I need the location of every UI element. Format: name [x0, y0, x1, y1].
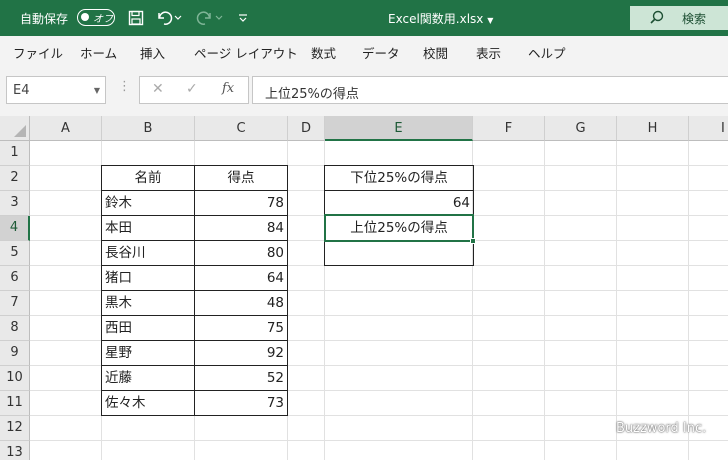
gridline: [688, 141, 689, 460]
toggle-knob: [81, 13, 89, 21]
customize-toolbar-icon[interactable]: [232, 7, 254, 29]
name-box[interactable]: E4 ▼: [6, 76, 106, 104]
cell-c10[interactable]: 52: [194, 365, 288, 391]
cell-c5[interactable]: 80: [194, 240, 288, 266]
gridline: [544, 141, 545, 460]
tab-file[interactable]: ファイル: [13, 43, 63, 62]
cell-e2[interactable]: 下位25%の得点: [324, 165, 474, 191]
tab-page-layout[interactable]: ページ レイアウト: [194, 43, 298, 62]
file-title[interactable]: Excel関数用.xlsx ▼: [388, 10, 493, 27]
cell-b7[interactable]: 黒木: [101, 290, 195, 316]
cell-b4[interactable]: 本田: [101, 215, 195, 241]
col-header-b[interactable]: B: [102, 116, 195, 141]
search-icon: [650, 10, 664, 28]
row-header-5[interactable]: 5: [0, 241, 30, 266]
chevron-down-icon[interactable]: ▼: [94, 86, 100, 95]
col-header-e[interactable]: E: [325, 116, 473, 141]
cell-c11[interactable]: 73: [194, 390, 288, 416]
search-box[interactable]: 検索: [630, 6, 728, 30]
tab-help[interactable]: ヘルプ: [528, 43, 566, 62]
tab-review[interactable]: 校閲: [423, 43, 448, 62]
row-header-3[interactable]: 3: [0, 191, 30, 216]
save-icon[interactable]: [125, 7, 147, 29]
autosave-label: 自動保存: [20, 12, 69, 26]
file-title-text: Excel関数用.xlsx: [388, 12, 484, 26]
row-header-7[interactable]: 7: [0, 291, 30, 316]
tab-formulas[interactable]: 数式: [311, 43, 336, 62]
row-header-11[interactable]: 11: [0, 391, 30, 416]
redo-dropdown-icon[interactable]: [213, 7, 225, 29]
col-header-d[interactable]: D: [288, 116, 325, 141]
autosave-state: オフ: [93, 14, 113, 25]
cell-b10[interactable]: 近藤: [101, 365, 195, 391]
cell-b2[interactable]: 名前: [101, 165, 195, 191]
cell-b5[interactable]: 長谷川: [101, 240, 195, 266]
tab-data[interactable]: データ: [362, 43, 400, 62]
row-header-1[interactable]: 1: [0, 141, 30, 166]
title-bar: 自動保存 オフ Excel関数用.xlsx ▼ 検索: [0, 0, 728, 36]
cell-e3[interactable]: 64: [324, 190, 474, 216]
cell-b11[interactable]: 佐々木: [101, 390, 195, 416]
cell-c4[interactable]: 84: [194, 215, 288, 241]
gridline: [30, 440, 728, 441]
cell-b3[interactable]: 鈴木: [101, 190, 195, 216]
cancel-icon[interactable]: ✕: [152, 81, 164, 97]
row-header-2[interactable]: 2: [0, 166, 30, 191]
ribbon-tabs: ファイル ホーム 挿入 ページ レイアウト 数式 データ 校閲 表示 ヘルプ: [0, 36, 728, 66]
cell-b9[interactable]: 星野: [101, 340, 195, 366]
cell-c2[interactable]: 得点: [194, 165, 288, 191]
cell-c9[interactable]: 92: [194, 340, 288, 366]
cell-c3[interactable]: 78: [194, 190, 288, 216]
select-all-icon: [14, 125, 26, 137]
cell-c8[interactable]: 75: [194, 315, 288, 341]
tab-view[interactable]: 表示: [476, 43, 501, 62]
col-header-a[interactable]: A: [30, 116, 102, 141]
row-header-6[interactable]: 6: [0, 266, 30, 291]
tab-insert[interactable]: 挿入: [140, 43, 165, 62]
autosave-toggle[interactable]: オフ: [77, 9, 115, 26]
formula-bar-area: E4 ▼ ⋮ ✕ ✓ fx 上位25%の得点: [0, 66, 728, 116]
col-header-h[interactable]: H: [617, 116, 689, 141]
name-box-value: E4: [13, 83, 30, 98]
cell-b6[interactable]: 猪口: [101, 265, 195, 291]
formula-input[interactable]: 上位25%の得点: [252, 76, 728, 104]
cell-b8[interactable]: 西田: [101, 315, 195, 341]
col-header-c[interactable]: C: [195, 116, 288, 141]
row-header-13[interactable]: 13: [0, 441, 30, 460]
tab-home[interactable]: ホーム: [80, 43, 117, 62]
formula-buttons: ✕ ✓ fx: [139, 76, 249, 104]
undo-dropdown-icon[interactable]: [172, 7, 184, 29]
gridline: [616, 141, 617, 460]
col-header-f[interactable]: F: [473, 116, 545, 141]
col-header-g[interactable]: G: [545, 116, 617, 141]
formula-content: 上位25%の得点: [265, 87, 359, 102]
more-dots-icon[interactable]: ⋮: [118, 79, 131, 94]
col-header-i[interactable]: I: [689, 116, 728, 141]
active-cell-selection: [324, 214, 474, 242]
fill-handle[interactable]: [470, 238, 476, 244]
cell-c7[interactable]: 48: [194, 290, 288, 316]
search-label: 検索: [682, 12, 707, 26]
row-header-10[interactable]: 10: [0, 366, 30, 391]
select-all-corner[interactable]: [0, 116, 30, 141]
cell-c6[interactable]: 64: [194, 265, 288, 291]
row-header-4[interactable]: 4: [0, 216, 30, 241]
cell-e5[interactable]: [324, 240, 474, 266]
spreadsheet-grid[interactable]: A B C D E F G H I 1 2 3 4 5 6 7 8 9 10 1…: [0, 116, 728, 460]
row-header-12[interactable]: 12: [0, 416, 30, 441]
chevron-down-icon: ▼: [487, 16, 494, 25]
row-header-8[interactable]: 8: [0, 316, 30, 341]
row-header-9[interactable]: 9: [0, 341, 30, 366]
insert-function-icon[interactable]: fx: [222, 81, 234, 96]
watermark: Buzzword Inc.: [616, 421, 707, 436]
enter-icon[interactable]: ✓: [186, 81, 198, 97]
